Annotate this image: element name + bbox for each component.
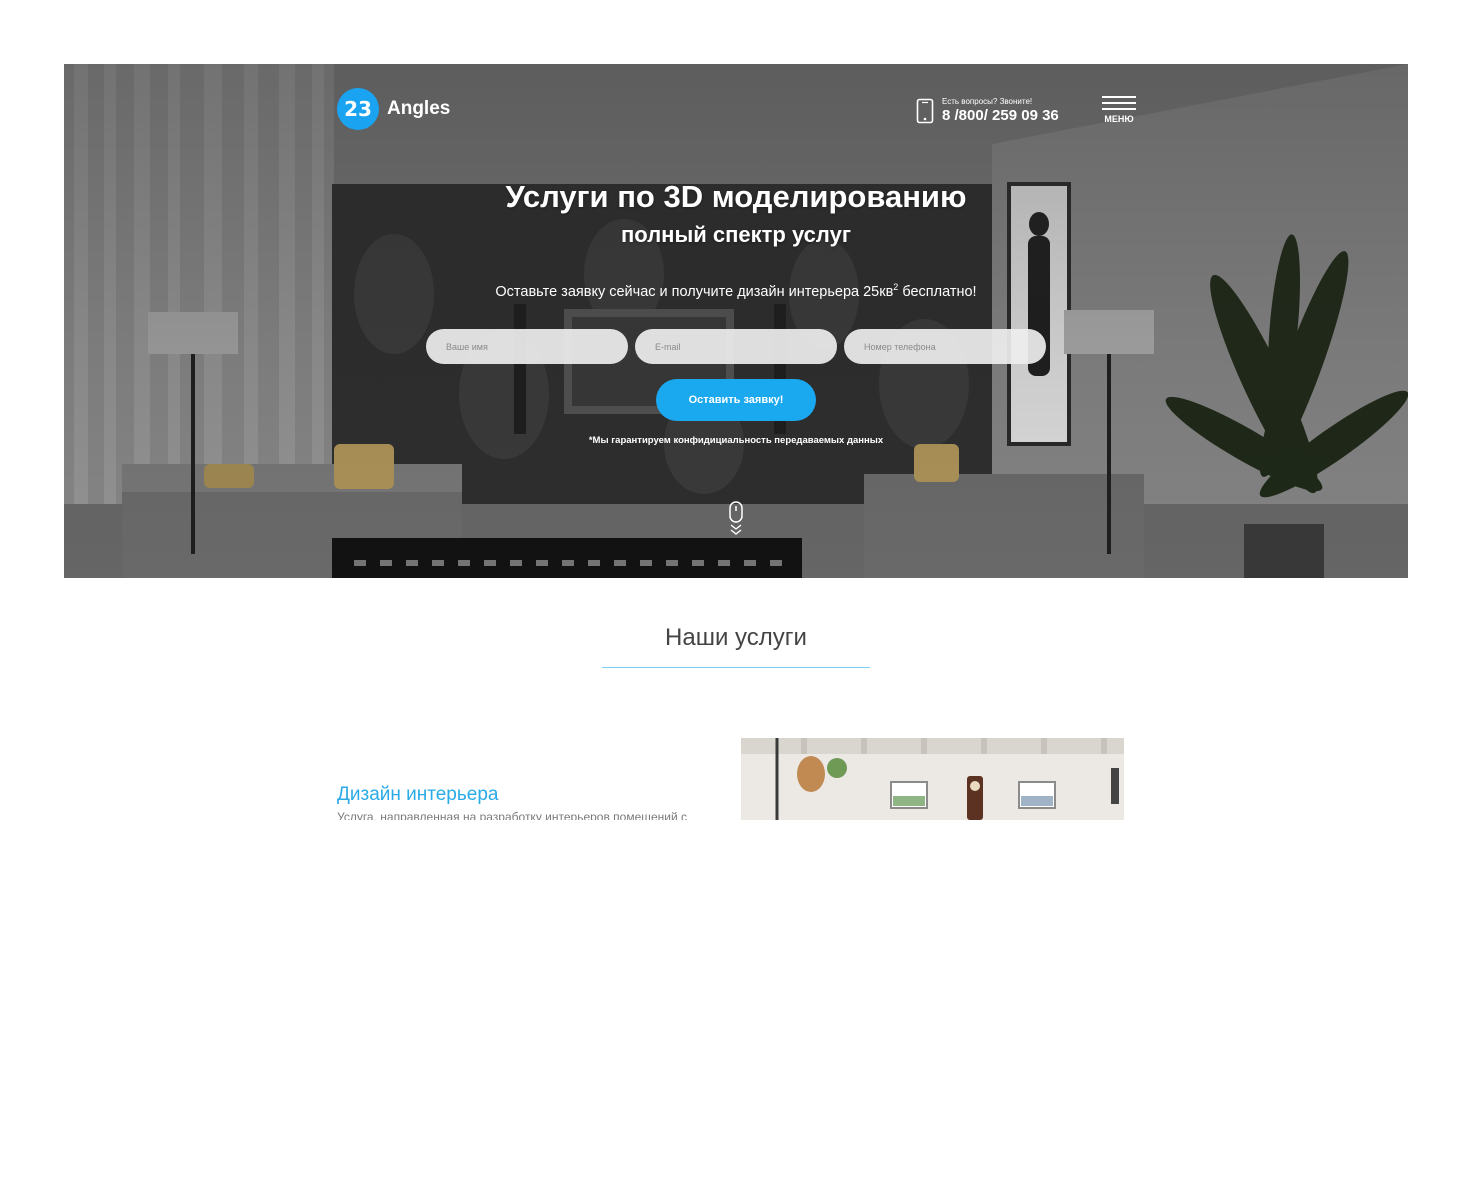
offer-text: Оставьте заявку сейчас и получите дизайн… [495, 283, 894, 300]
hamburger-icon-bar [1102, 102, 1136, 104]
service-description: Услуга, направленная на разработку интер… [337, 810, 688, 820]
hero-section: 23 Angles Есть вопросы? Звоните! 8 /800/… [64, 64, 1408, 578]
scroll-down-icon[interactable] [728, 501, 744, 537]
phone-number[interactable]: 8 /800/ 259 09 36 [942, 107, 1059, 124]
name-input[interactable] [426, 329, 628, 364]
hamburger-icon-bar [1102, 108, 1136, 110]
page-frame: 23 Angles Есть вопросы? Звоните! 8 /800/… [64, 64, 1408, 820]
services-title: Наши услуги [665, 624, 807, 651]
submit-button[interactable]: Оставить заявку! [656, 379, 816, 421]
phone-block[interactable]: Есть вопросы? Звоните! 8 /800/ 259 09 36 [916, 97, 1059, 124]
logo-badge: 23 [337, 88, 379, 130]
phone-caption: Есть вопросы? Звоните! [942, 97, 1033, 106]
offer-end: бесплатно! [898, 283, 977, 300]
services-divider [602, 667, 870, 668]
hero-offer: Оставьте заявку сейчас и получите дизайн… [64, 277, 1408, 302]
email-input[interactable] [635, 329, 837, 364]
phone-input[interactable] [844, 329, 1046, 364]
logo-text: Angles [387, 98, 451, 119]
service-photo [741, 738, 1124, 820]
phone-text: Есть вопросы? Звоните! 8 /800/ 259 09 36 [942, 97, 1059, 124]
service-name[interactable]: Дизайн интерьера [337, 783, 498, 807]
smartphone-icon [916, 98, 934, 123]
hero-title: Услуги по 3D моделированию [505, 179, 967, 214]
menu-button[interactable]: МЕНЮ [1102, 96, 1136, 124]
logo[interactable]: 23 Angles [337, 88, 450, 130]
hero-subtitle: полный спектр услуг [621, 222, 851, 247]
privacy-note: *Мы гарантируем конфидициальность переда… [588, 435, 884, 446]
menu-label: МЕНЮ [1104, 114, 1134, 124]
hamburger-icon-bar [1102, 96, 1136, 98]
